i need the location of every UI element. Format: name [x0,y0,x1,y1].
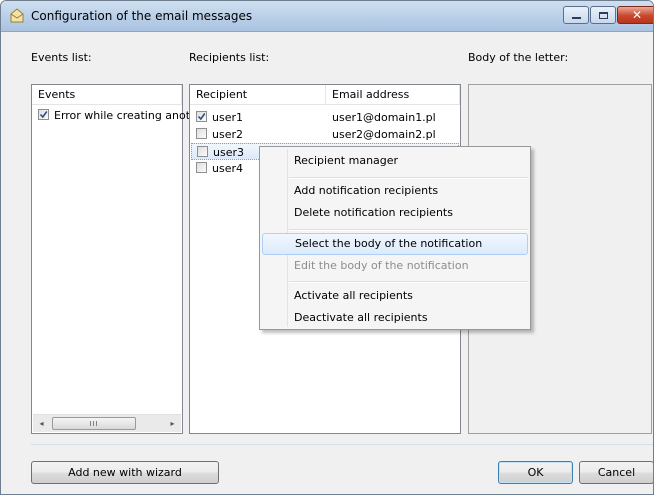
event-label: Error while creating anoth [54,109,198,122]
events-column-header[interactable]: Events [32,85,182,105]
menu-item-delete-recipients[interactable]: Delete notification recipients [262,202,528,224]
menu-item-deactivate-all[interactable]: Deactivate all recipients [262,307,528,329]
menu-item-add-recipients[interactable]: Add notification recipients [262,180,528,202]
add-new-with-wizard-button[interactable]: Add new with wizard [31,461,219,484]
scroll-thumb[interactable]: III [52,417,136,430]
window-title: Configuration of the email messages [31,9,253,23]
maximize-icon [598,11,608,19]
email-column-header[interactable]: Email address [326,85,460,105]
recipient-checkbox[interactable] [196,128,207,139]
menu-item-select-body[interactable]: Select the body of the notification [262,233,528,255]
recipient-checkbox[interactable] [196,111,207,122]
events-horizontal-scrollbar[interactable]: ◂ III ▸ [33,414,181,432]
recipient-email: user2@domain2.pl [332,128,436,141]
recipient-name: user1 [212,111,243,124]
menu-item-edit-body: Edit the body of the notification [294,259,469,272]
title-bar[interactable]: Configuration of the email messages ✕ [1,1,653,32]
minimize-icon [571,17,581,19]
recipient-name: user2 [212,128,243,141]
scroll-left-icon[interactable]: ◂ [33,415,50,432]
recipient-checkbox[interactable] [197,146,208,157]
recipient-row-user1[interactable]: user1 user1@domain1.pl [190,109,460,126]
maximize-button[interactable] [590,6,616,24]
minimize-button[interactable] [563,6,589,24]
recipient-name: user3 [213,146,244,159]
email-config-window: Configuration of the email messages ✕ Ev… [0,0,654,495]
events-list[interactable]: Events Error while creating anoth ◂ III … [31,84,197,434]
grip-icon: III [89,419,99,428]
recipient-context-menu: Recipient manager Add notification recip… [259,146,531,330]
body-of-letter-label: Body of the letter: [468,51,569,64]
close-button[interactable]: ✕ [617,6,653,24]
cancel-button[interactable]: Cancel [579,461,653,484]
recipient-checkbox[interactable] [196,162,207,173]
recipient-column-header[interactable]: Recipient [190,85,326,105]
recipients-list-label: Recipients list: [189,51,270,64]
scroll-right-icon[interactable]: ▸ [164,415,181,432]
menu-separator [289,281,528,283]
menu-item-recipient-manager[interactable]: Recipient manager [262,150,528,172]
menu-item-activate-all[interactable]: Activate all recipients [262,285,528,307]
recipient-email: user1@domain1.pl [332,111,436,124]
close-icon: ✕ [631,8,643,22]
event-row[interactable]: Error while creating anoth [32,107,197,124]
menu-separator [289,177,528,179]
footer-divider [31,444,653,445]
events-list-label: Events list: [31,51,92,64]
recipient-row-user2[interactable]: user2 user2@domain2.pl [190,126,460,143]
menu-separator [289,229,528,231]
envelope-icon [9,8,25,24]
ok-button[interactable]: OK [498,461,573,484]
event-checkbox[interactable] [38,109,49,120]
recipient-name: user4 [212,162,243,175]
